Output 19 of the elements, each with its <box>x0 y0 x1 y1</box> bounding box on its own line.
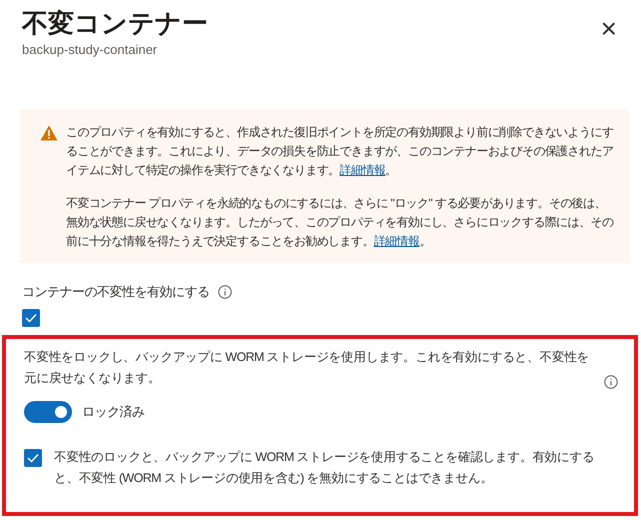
confirm-label: 不変性のロックと、バックアップに WORM ストレージを使用することを確認します。有効にすると、不変性 (WORM ストレージの使用を含む) を無効にすることはできません。 <box>54 449 596 487</box>
lock-description: 不変性をロックし、バックアップに WORM ストレージを使用します。これを有効にすると、不変性を元に戻せなくなります。 <box>24 349 590 387</box>
learn-more-link[interactable]: 詳細情報 <box>374 234 420 248</box>
check-icon <box>25 313 37 323</box>
info-icon[interactable] <box>218 285 232 299</box>
check-icon <box>27 453 39 463</box>
warning-text: 不変コンテナー プロパティを永続的なものにするには、さらに "ロック" する必要があります。その後は、無効な状態に戻せなくなります。したがって、このプロパティを有効にし、さらにロックする際には、その前に十分な情報を得たうえで決定することをお勧めします。詳細情報。 <box>66 195 614 250</box>
close-button[interactable]: × <box>596 12 621 46</box>
warning-icon <box>40 125 58 141</box>
lock-toggle[interactable] <box>24 401 72 423</box>
confirm-checkbox[interactable] <box>24 449 42 467</box>
enable-checkbox[interactable] <box>22 309 40 327</box>
learn-more-link[interactable]: 詳細情報 <box>340 163 386 177</box>
panel-subtitle: backup-study-container <box>22 42 158 57</box>
toggle-label: ロック済み <box>82 403 144 421</box>
info-icon[interactable] <box>604 375 618 389</box>
panel-title: 不変コンテナー <box>22 7 208 40</box>
enable-label: コンテナーの不変性を有効にする <box>22 283 210 301</box>
warning-text: このプロパティを有効にすると、作成された復旧ポイントを所定の有効期限より前に削除できないようにすることができます。これにより、データの損失を防止できますが、このコンテナーおよびその保護されたアイテムに対して特定の操作を実行できなくなります。詳細情報。 <box>66 124 614 179</box>
